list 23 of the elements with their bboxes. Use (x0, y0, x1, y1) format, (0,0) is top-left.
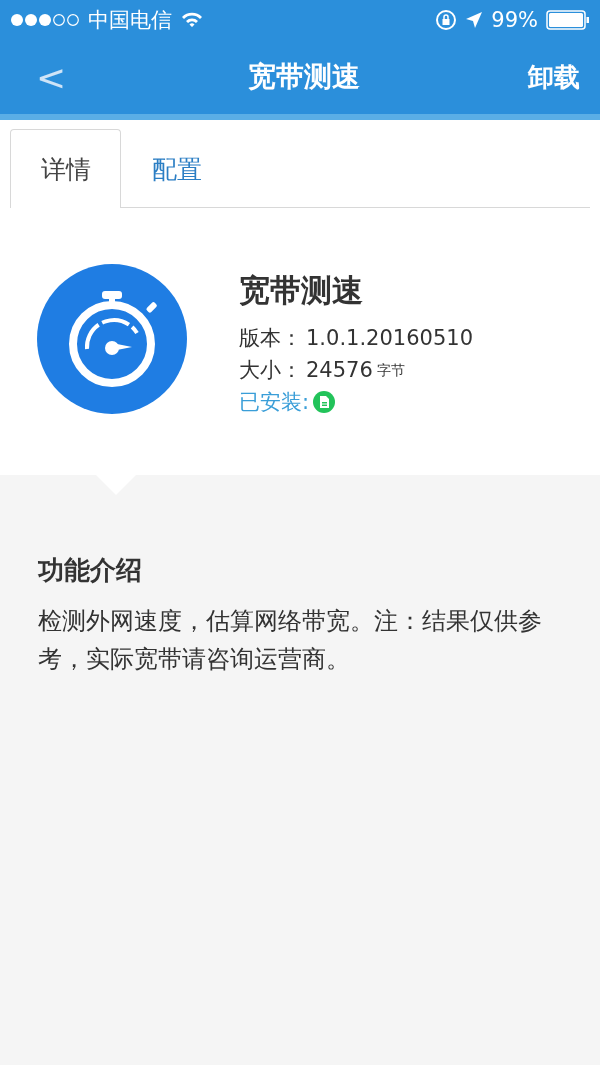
sd-card-icon (313, 391, 336, 413)
installed-label: 已安装: (239, 389, 310, 416)
tab[interactable]: 配置 (121, 129, 232, 209)
uninstall-button[interactable]: 卸载 (516, 59, 580, 95)
version-value: 1.0.1.20160510 (306, 325, 473, 352)
carrier-name: 中国电信 (88, 7, 172, 34)
app-name: 宽带测速 (239, 271, 364, 310)
tab[interactable]: 详情 (10, 129, 121, 209)
wifi-icon (180, 11, 204, 29)
intro-title: 功能介绍 (38, 554, 143, 587)
stopwatch-app-icon (37, 264, 187, 414)
rotation-lock-icon (435, 9, 458, 31)
signal-icon (10, 13, 80, 27)
battery-percent: 99% (491, 8, 538, 32)
size-value: 24576 (306, 357, 373, 384)
back-button[interactable]: < (28, 56, 92, 98)
nav-title: 宽带测速 (248, 59, 360, 95)
version-label: 版本： (239, 325, 302, 352)
size-unit: 字节 (376, 361, 405, 380)
location-arrow-icon (465, 11, 484, 29)
battery-icon (546, 10, 590, 30)
size-label: 大小： (239, 357, 302, 384)
intro-text: 检测外网速度，估算网络带宽。注：结果仅供参考，实际宽带请咨询运营商。 (38, 606, 543, 675)
